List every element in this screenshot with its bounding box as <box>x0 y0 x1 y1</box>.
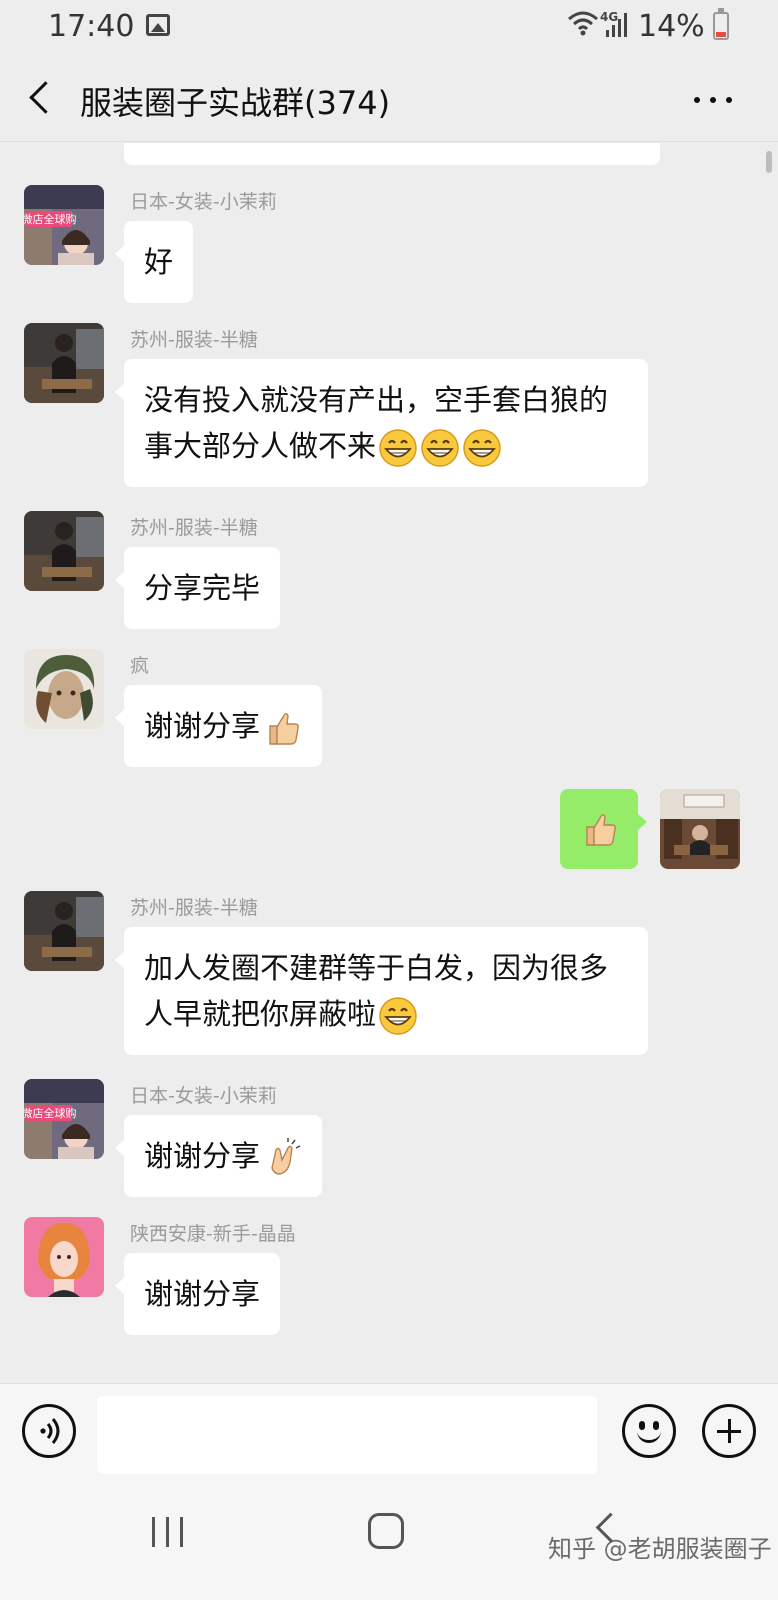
message-input[interactable] <box>97 1396 597 1474</box>
chat-title: 服装圈子实战群(374) <box>80 84 391 122</box>
sender-name: 苏州-服装-半糖 <box>130 517 258 539</box>
message-text: 好 <box>144 245 174 279</box>
message-text: 谢谢分享 <box>144 1277 261 1311</box>
message-bubble-partial[interactable] <box>124 143 660 165</box>
avatar-xiaomoli-label: 微店全球购 <box>24 212 77 226</box>
thumbs-up-emoji-icon <box>262 708 302 748</box>
recent-apps-icon[interactable] <box>150 1515 186 1549</box>
message-bubble[interactable]: 谢谢分享 <box>114 685 323 767</box>
chat-input-bar <box>0 1383 778 1475</box>
avatar-xiaomoli[interactable]: 微店全球购 <box>24 185 104 265</box>
message-text: 加人发圈不建群等于白发，因为很多人早就把你屏蔽啦 <box>144 951 609 1031</box>
grin-emoji-icon <box>420 428 460 468</box>
watermark: 知乎 @老胡服装圈子 <box>548 1535 772 1563</box>
grin-emoji-icon <box>378 996 418 1036</box>
plus-icon[interactable] <box>702 1404 756 1458</box>
message-bubble[interactable]: 好 <box>114 221 194 303</box>
sender-name: 日本-女装-小茉莉 <box>130 1085 277 1107</box>
message-bubble[interactable]: 谢谢分享 <box>114 1253 281 1335</box>
message-text: 谢谢分享 <box>144 1139 261 1173</box>
outgoing-message-item <box>550 789 740 869</box>
signal-icon <box>606 13 627 37</box>
avatar-bantang[interactable] <box>24 891 104 971</box>
avatar-bantang[interactable] <box>24 323 104 403</box>
sender-name: 日本-女装-小茉莉 <box>130 191 277 213</box>
message-list[interactable]: 微店全球购 日本-女装-小茉莉 好 苏州-服装-半糖 没有投入就没有产出，空手套… <box>0 143 778 1383</box>
scrollbar[interactable] <box>766 151 772 173</box>
sender-name: 苏州-服装-半糖 <box>130 329 258 351</box>
gallery-icon <box>146 14 170 36</box>
battery-percent: 14% <box>638 9 705 44</box>
home-icon[interactable] <box>368 1513 404 1549</box>
thumbs-up-emoji-icon <box>579 809 619 849</box>
chat-header: 服装圈子实战群(374) <box>0 56 778 142</box>
grin-emoji-icon <box>462 428 502 468</box>
sender-name: 疯 <box>130 655 150 677</box>
avatar-feng[interactable] <box>24 649 104 729</box>
outgoing-message-bubble[interactable] <box>560 789 647 869</box>
avatar-xiaomoli-label: 微店全球购 <box>24 1106 77 1120</box>
system-nav-bar: 知乎 @老胡服装圈子 <box>0 1475 778 1600</box>
message-text: 分享完毕 <box>144 571 261 605</box>
emoji-icon[interactable] <box>622 1404 676 1458</box>
avatar-xiaomoli[interactable]: 微店全球购 <box>24 1079 104 1159</box>
grin-emoji-icon <box>378 428 418 468</box>
avatar-self[interactable] <box>660 789 740 869</box>
message-bubble[interactable]: 分享完毕 <box>114 547 281 629</box>
chevron-left-icon[interactable] <box>20 76 66 122</box>
sender-name: 苏州-服装-半糖 <box>130 897 258 919</box>
status-time: 17:40 <box>48 9 135 44</box>
avatar-bantang[interactable] <box>24 511 104 591</box>
voice-icon[interactable] <box>22 1404 76 1458</box>
message-bubble[interactable]: 加人发圈不建群等于白发，因为很多人早就把你屏蔽啦 <box>115 927 648 1055</box>
wifi-icon <box>568 11 598 36</box>
message-bubble[interactable]: 没有投入就没有产出，空手套白狼的事大部分人做不来 <box>115 359 648 487</box>
sender-name: 陕西安康-新手-晶晶 <box>130 1223 296 1245</box>
battery-icon <box>713 8 729 40</box>
clap-emoji-icon <box>262 1138 302 1178</box>
message-text: 没有投入就没有产出，空手套白狼的事大部分人做不来 <box>144 383 609 463</box>
message-text: 谢谢分享 <box>144 709 261 743</box>
status-bar: 17:40 4G 14% <box>0 0 778 56</box>
more-dots-icon[interactable] <box>690 76 740 122</box>
message-bubble[interactable]: 谢谢分享 <box>114 1115 323 1197</box>
avatar-jingjing[interactable] <box>24 1217 104 1297</box>
